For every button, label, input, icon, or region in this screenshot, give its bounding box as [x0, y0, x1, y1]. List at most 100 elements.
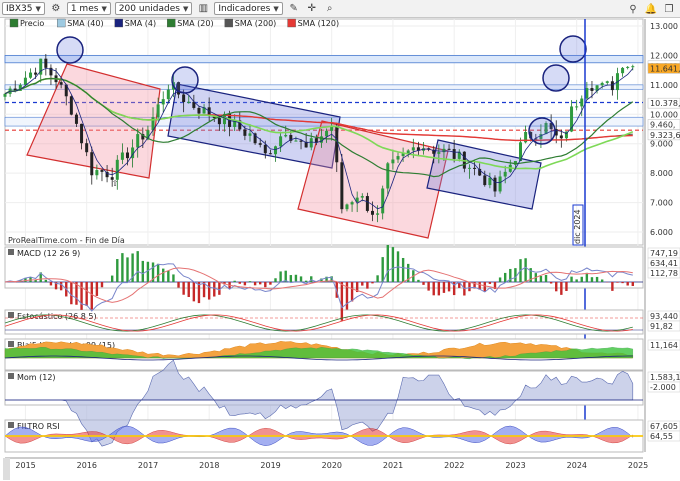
candle-body — [447, 148, 451, 150]
macd-histogram-bar — [401, 257, 405, 282]
macd-histogram-bar — [555, 282, 558, 292]
candle-body — [340, 162, 344, 210]
panel-value-label: 634,41 — [650, 259, 678, 268]
time-tick-label: 2019 — [260, 461, 280, 470]
macd-histogram-bar — [366, 282, 369, 289]
candle-body — [600, 82, 604, 86]
candle-body — [345, 204, 349, 210]
panel-value-label: 93,440 — [650, 312, 678, 321]
time-tick-label: 2022 — [444, 461, 464, 470]
candle-body — [69, 96, 73, 115]
panel-value-label: 91,82 — [650, 322, 673, 331]
macd-histogram-bar — [172, 274, 175, 282]
candle-body — [120, 152, 124, 160]
candle-body — [621, 67, 625, 74]
legend-swatch — [166, 18, 176, 28]
highlight-circle — [542, 64, 570, 92]
signal-arrow-icon: ⇧ — [112, 179, 119, 188]
highlight-circle — [56, 36, 84, 64]
macd-histogram-bar — [233, 280, 236, 282]
panel-value-label: 112,78 — [650, 269, 678, 278]
macd-histogram-bar — [483, 282, 486, 292]
time-tick-label: 2020 — [322, 461, 342, 470]
price-tick-label: 13.000 — [650, 22, 678, 31]
macd-histogram-bar — [80, 282, 83, 310]
chart-area[interactable]: ⇧ dic 2024 Precio SMA (40) SMA (4) SMA (20) SM… — [0, 0, 680, 481]
macd-histogram-bar — [279, 271, 282, 282]
candle-body — [284, 135, 288, 137]
candle-body — [166, 89, 170, 100]
candle-body — [610, 81, 614, 91]
time-tick-label: 2023 — [505, 461, 525, 470]
macd-histogram-bar — [207, 282, 211, 300]
macd-histogram-bar — [422, 282, 425, 285]
legend-label: SMA (20) — [177, 19, 213, 28]
candle-body — [483, 175, 487, 186]
candle-body — [411, 147, 415, 151]
candle-body — [85, 143, 89, 153]
candle-body — [488, 177, 492, 186]
price-badge-label: 9.323,6 — [650, 131, 680, 140]
candle-body — [95, 170, 99, 176]
macd-histogram-bar — [600, 279, 604, 282]
macd-histogram-bar — [560, 282, 563, 295]
macd-histogram-bar — [503, 272, 507, 282]
candle-body — [263, 144, 267, 154]
macd-histogram-bar — [447, 282, 451, 292]
price-tick-label: 6.000 — [650, 228, 673, 237]
panel-title: Mom (12) — [17, 373, 56, 382]
candle-body — [437, 152, 441, 154]
candle-body — [365, 196, 369, 211]
candle-body — [34, 72, 38, 75]
macd-histogram-bar — [590, 277, 594, 282]
highlight-circle — [171, 66, 199, 94]
panel-value-label: -2.000 — [650, 383, 676, 392]
candle-body — [29, 72, 33, 78]
panel-value-label: 1.583,1 — [650, 373, 680, 382]
legend-swatch — [224, 18, 234, 28]
candle-body — [396, 156, 400, 160]
macd-histogram-bar — [442, 282, 446, 293]
candle-body — [187, 101, 191, 103]
candle-body — [442, 148, 446, 153]
macd-histogram-bar — [585, 272, 589, 282]
macd-histogram-bar — [391, 247, 395, 282]
resistance-band — [4, 55, 644, 64]
panel-value-label: 11,164 — [650, 341, 678, 350]
panel-collapse-icon — [8, 312, 14, 318]
highlight-circle — [559, 35, 587, 63]
candle-body — [376, 213, 380, 215]
price-badge-label: 10.378,4 — [650, 99, 680, 108]
price-tick-label: 9.000 — [650, 140, 673, 149]
candle-body — [559, 135, 563, 139]
macd-histogram-bar — [539, 275, 543, 282]
macd-histogram-bar — [162, 268, 165, 282]
watermark: ProRealTime.com - Fin de Día — [8, 236, 125, 245]
macd-histogram-bar — [141, 260, 145, 282]
candle-body — [452, 149, 456, 159]
macd-histogram-bar — [253, 282, 257, 286]
price-tick-label: 8.000 — [650, 169, 673, 178]
macd-histogram-bar — [432, 282, 435, 296]
candle-body — [80, 123, 84, 144]
candle-body — [467, 167, 471, 169]
macd-histogram-bar — [350, 282, 354, 302]
panel-value-label: 64,55 — [650, 432, 673, 441]
time-tick-label: 2017 — [138, 461, 158, 470]
macd-histogram-bar — [213, 282, 216, 297]
macd-histogram-bar — [70, 282, 73, 305]
legend-label: SMA (4) — [125, 19, 156, 28]
macd-histogram-bar — [544, 274, 548, 282]
candle-body — [90, 152, 94, 176]
legend-label: SMA (40) — [67, 19, 103, 28]
legend-label: SMA (200) — [235, 19, 277, 28]
candle-body — [590, 88, 594, 91]
candle-body — [248, 133, 252, 136]
candle-body — [330, 126, 334, 131]
macd-histogram-bar — [304, 280, 308, 282]
panel-collapse-icon — [8, 422, 14, 428]
macd-histogram-bar — [116, 259, 119, 282]
time-tick-label: 2025 — [628, 461, 648, 470]
macd-histogram-bar — [49, 282, 53, 286]
macd-histogram-bar — [177, 282, 180, 288]
